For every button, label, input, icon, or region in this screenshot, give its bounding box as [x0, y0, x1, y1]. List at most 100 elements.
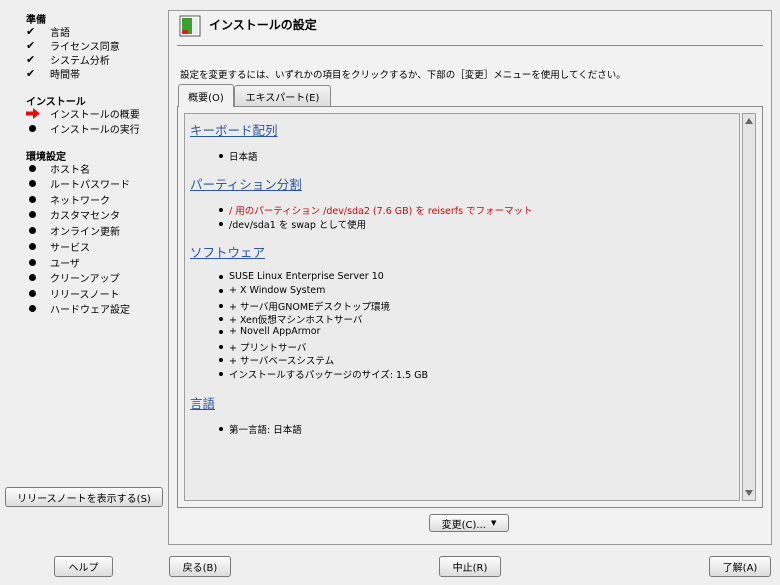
bullet-icon — [219, 222, 223, 226]
scroll-down-icon[interactable] — [745, 490, 753, 496]
bullet-icon — [219, 304, 223, 308]
vertical-scrollbar[interactable] — [742, 113, 756, 501]
step-label: インストールの概要 — [50, 110, 140, 121]
help-button[interactable]: ヘルプ — [54, 556, 113, 577]
step-label: ルートパスワード — [50, 180, 130, 191]
list-item: / 用のパーティション /dev/sda2 (7.6 GB) を reiserf… — [219, 203, 533, 217]
step-cleanup: クリーンアップ — [26, 270, 120, 285]
step-online-update: オンライン更新 — [26, 223, 120, 238]
list-item: /dev/sda1 を swap として使用 — [219, 217, 366, 231]
bullet-icon — [219, 372, 223, 376]
bullet-icon — [219, 345, 223, 349]
accept-button[interactable]: 了解(A) — [709, 556, 771, 577]
step-label: リリースノート — [50, 290, 120, 301]
item-text: / 用のパーティション /dev/sda2 (7.6 GB) を reiserf… — [229, 206, 533, 217]
list-item: + サーバベースシステム — [219, 353, 334, 367]
item-text: + Novell AppArmor — [229, 326, 321, 337]
bullet-icon — [219, 427, 223, 431]
dropdown-arrow-icon: ▼ — [490, 519, 497, 527]
item-text: + サーバベースシステム — [229, 356, 335, 367]
scroll-up-icon[interactable] — [745, 118, 753, 124]
item-text: 日本語 — [229, 152, 258, 163]
step-network: ネットワーク — [26, 192, 110, 207]
bullet-icon — [29, 259, 36, 266]
overview-content: キーボード配列 日本語 パーティション分割 / 用のパーティション /dev/s… — [184, 113, 740, 501]
tab-overview[interactable]: 概要(O) — [178, 84, 234, 107]
bullet-icon — [29, 165, 36, 172]
bullet-icon — [219, 329, 223, 334]
list-item: + プリントサーバ — [219, 340, 306, 354]
item-text: + プリントサーバ — [229, 343, 307, 354]
step-system-analysis: ✔ システム分析 — [26, 52, 110, 67]
step-label: ネットワーク — [50, 196, 110, 207]
item-text: + サーバ用GNOMEデスクトップ環境 — [229, 302, 391, 313]
bullet-icon — [29, 305, 36, 312]
step-language: ✔ 言語 — [26, 24, 70, 39]
step-perform-installation: インストールの実行 — [26, 121, 140, 136]
steps-sidebar: 準備 ✔ 言語 ✔ ライセンス同意 ✔ システム分析 ✔ 時間帯 インストール … — [0, 0, 168, 520]
bullet-icon — [29, 274, 36, 281]
step-release-notes: リリースノート — [26, 286, 120, 301]
step-label: 時間帯 — [50, 70, 80, 81]
section-heading-language[interactable]: 言語 — [190, 393, 215, 412]
show-release-notes-button[interactable]: リリースノートを表示する(S) — [5, 487, 163, 507]
tab-expert[interactable]: エキスパート(E) — [234, 85, 331, 106]
section-heading-keyboard[interactable]: キーボード配列 — [190, 120, 278, 139]
bullet-icon — [29, 243, 36, 250]
item-text: /dev/sda1 を swap として使用 — [229, 220, 367, 231]
bullet-icon — [219, 288, 223, 293]
title-divider — [177, 45, 763, 46]
overview-frame: キーボード配列 日本語 パーティション分割 / 用のパーティション /dev/s… — [177, 106, 763, 508]
step-label: ハードウェア設定 — [50, 305, 130, 316]
change-button-label: 変更(C)... — [441, 519, 486, 531]
step-users: ユーザ — [26, 255, 80, 270]
item-text: + Xen仮想マシンホストサーバ — [229, 315, 363, 326]
step-label: クリーンアップ — [50, 274, 120, 285]
item-text: 第一言語: 日本語 — [229, 425, 302, 436]
section-heading-software[interactable]: ソフトウェア — [190, 242, 265, 261]
check-icon: ✔ — [26, 67, 36, 80]
current-arrow-icon — [26, 108, 44, 120]
list-item: + X Window System — [219, 285, 325, 296]
step-label: カスタマセンタ — [50, 211, 120, 222]
instruction-text: 設定を変更するには、いずれかの項目をクリックするか、下部の［変更］メニューを使用… — [180, 70, 626, 81]
list-item: + サーバ用GNOMEデスクトップ環境 — [219, 299, 390, 313]
step-label: サービス — [50, 243, 90, 254]
back-button[interactable]: 戻る(B) — [169, 556, 231, 577]
main-panel: インストールの設定 設定を変更するには、いずれかの項目をクリックするか、下部の［… — [168, 10, 772, 545]
bullet-icon — [29, 290, 36, 297]
check-icon: ✔ — [26, 53, 36, 66]
step-label: システム分析 — [50, 56, 110, 67]
item-text: + X Window System — [229, 285, 326, 296]
list-item: + Xen仮想マシンホストサーバ — [219, 312, 362, 326]
step-label: オンライン更新 — [50, 227, 120, 238]
abort-button[interactable]: 中止(R) — [439, 556, 501, 577]
bullet-icon — [219, 317, 223, 321]
step-license: ✔ ライセンス同意 — [26, 38, 120, 53]
bullet-icon — [219, 154, 223, 158]
check-icon: ✔ — [26, 25, 36, 38]
step-timezone: ✔ 時間帯 — [26, 66, 80, 81]
step-installation-overview: インストールの概要 — [26, 106, 140, 121]
bullet-icon — [219, 358, 223, 362]
section-heading-partitioning[interactable]: パーティション分割 — [190, 174, 302, 193]
list-item: 日本語 — [219, 149, 258, 163]
list-item: インストールするパッケージのサイズ: 1.5 GB — [219, 367, 428, 381]
step-label: インストールの実行 — [50, 125, 140, 136]
step-hostname: ホスト名 — [26, 161, 90, 176]
list-item: + Novell AppArmor — [219, 326, 320, 337]
check-icon: ✔ — [26, 39, 36, 52]
step-label: 言語 — [50, 28, 70, 39]
bullet-icon — [29, 180, 36, 187]
step-services: サービス — [26, 239, 90, 254]
step-label: ライセンス同意 — [50, 42, 120, 53]
step-root-password: ルートパスワード — [26, 176, 130, 191]
installation-settings-icon — [179, 15, 201, 37]
step-label: ホスト名 — [50, 165, 90, 176]
bullet-icon — [29, 227, 36, 234]
change-menu-button[interactable]: 変更(C)... ▼ — [429, 514, 509, 532]
list-item: SUSE Linux Enterprise Server 10 — [219, 271, 384, 282]
bullet-icon — [29, 211, 36, 218]
step-hardware-config: ハードウェア設定 — [26, 301, 130, 316]
step-label: ユーザ — [50, 259, 80, 270]
